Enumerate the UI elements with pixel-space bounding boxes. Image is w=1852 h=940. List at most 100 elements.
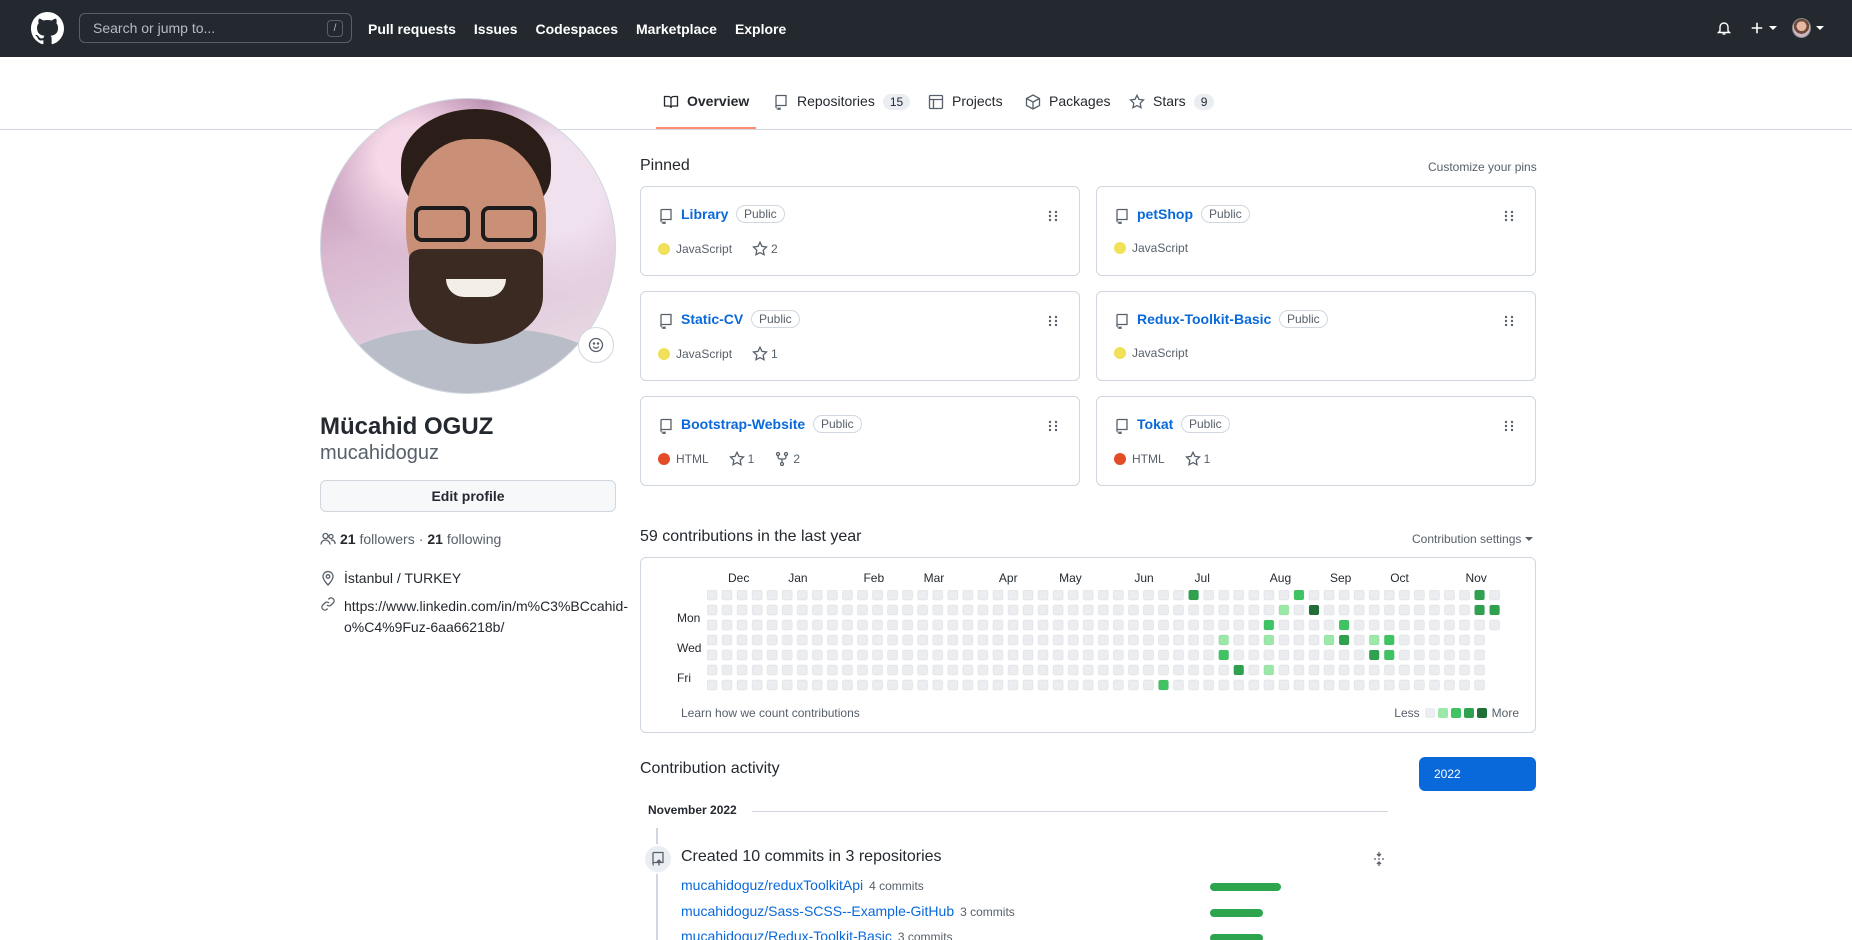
contribution-day[interactable] [962, 634, 974, 646]
contribution-day[interactable] [857, 679, 868, 691]
contribution-day[interactable] [1158, 679, 1169, 691]
contribution-day[interactable] [841, 664, 853, 676]
stars-link[interactable]: 1 [1184, 451, 1210, 467]
contribution-day[interactable] [781, 590, 793, 601]
contribution-day[interactable] [977, 604, 989, 616]
contribution-day[interactable] [932, 664, 944, 676]
contribution-day[interactable] [1413, 619, 1425, 631]
contribution-day[interactable] [1428, 604, 1440, 616]
contribution-day[interactable] [751, 664, 763, 676]
contribution-day[interactable] [751, 604, 763, 616]
contribution-day[interactable] [1142, 604, 1154, 616]
contribution-day[interactable] [826, 664, 838, 676]
contribution-day[interactable] [902, 679, 914, 691]
contribution-day[interactable] [1218, 664, 1230, 676]
contribution-day[interactable] [1037, 679, 1049, 691]
contribution-day[interactable] [1203, 679, 1215, 691]
contribution-day[interactable] [1218, 649, 1230, 661]
contribution-day[interactable] [977, 649, 989, 661]
contribution-day[interactable] [1127, 619, 1139, 631]
contribution-day[interactable] [751, 634, 763, 646]
contribution-day[interactable] [1428, 619, 1440, 631]
contribution-day[interactable] [992, 664, 1004, 676]
contribution-day[interactable] [1142, 664, 1154, 676]
contribution-day[interactable] [1248, 649, 1260, 661]
contribution-day[interactable] [917, 634, 929, 646]
repo-name-link[interactable]: Redux-Toolkit-Basic [1137, 311, 1271, 327]
contribution-day[interactable] [857, 604, 868, 616]
edit-profile-button[interactable]: Edit profile [320, 480, 616, 512]
contribution-day[interactable] [1338, 664, 1350, 676]
contribution-day[interactable] [917, 679, 929, 691]
contribution-day[interactable] [1368, 590, 1380, 601]
contribution-day[interactable] [1007, 619, 1019, 631]
contribution-day[interactable] [1428, 649, 1440, 661]
contribution-day[interactable] [1007, 604, 1019, 616]
contribution-day[interactable] [1158, 634, 1169, 646]
contribution-day[interactable] [917, 664, 929, 676]
contribution-day[interactable] [1022, 590, 1034, 601]
contribution-day[interactable] [1353, 604, 1365, 616]
contribution-day[interactable] [796, 634, 808, 646]
contribution-day[interactable] [1353, 590, 1365, 601]
contribution-day[interactable] [1112, 619, 1124, 631]
nav-codespaces[interactable]: Codespaces [536, 21, 618, 37]
contribution-day[interactable] [962, 649, 974, 661]
contribution-day[interactable] [1263, 664, 1275, 676]
contribution-day[interactable] [962, 604, 974, 616]
contribution-day[interactable] [841, 649, 853, 661]
contribution-day[interactable] [1308, 590, 1320, 601]
contribution-day[interactable] [1142, 649, 1154, 661]
contribution-day[interactable] [707, 619, 718, 631]
contribution-day[interactable] [857, 590, 868, 601]
contribution-day[interactable] [781, 634, 793, 646]
contribution-day[interactable] [1173, 634, 1185, 646]
contribution-day[interactable] [1218, 604, 1230, 616]
contribution-day[interactable] [1413, 664, 1425, 676]
contribution-day[interactable] [887, 664, 899, 676]
contribution-day[interactable] [1022, 604, 1034, 616]
github-logo-icon[interactable] [31, 12, 64, 45]
contribution-day[interactable] [811, 634, 823, 646]
contribution-day[interactable] [1203, 649, 1215, 661]
contribution-day[interactable] [1173, 604, 1185, 616]
contribution-day[interactable] [932, 619, 944, 631]
contribution-day[interactable] [1142, 634, 1154, 646]
contribution-day[interactable] [841, 590, 853, 601]
contribution-day[interactable] [1233, 679, 1245, 691]
contribution-day[interactable] [1323, 634, 1335, 646]
contribution-day[interactable] [1052, 604, 1064, 616]
contribution-day[interactable] [1173, 590, 1185, 601]
contribution-day[interactable] [1323, 604, 1335, 616]
contribution-day[interactable] [1233, 649, 1245, 661]
contribution-day[interactable] [796, 590, 808, 601]
contribution-day[interactable] [1022, 679, 1034, 691]
contribution-day[interactable] [1368, 634, 1380, 646]
contribution-day[interactable] [811, 590, 823, 601]
contribution-day[interactable] [1474, 634, 1486, 646]
contribution-day[interactable] [1443, 679, 1455, 691]
contribution-day[interactable] [1112, 679, 1124, 691]
contribution-day[interactable] [1489, 604, 1501, 616]
contribution-day[interactable] [736, 679, 748, 691]
drag-handle-icon[interactable] [1047, 209, 1059, 226]
contribution-day[interactable] [1082, 619, 1094, 631]
contribution-day[interactable] [1474, 590, 1486, 601]
contribution-day[interactable] [872, 590, 884, 601]
contribution-day[interactable] [1293, 604, 1305, 616]
contribution-day[interactable] [977, 619, 989, 631]
contribution-day[interactable] [751, 679, 763, 691]
contribution-day[interactable] [1278, 649, 1290, 661]
contribution-day[interactable] [707, 590, 718, 601]
customize-pins-link[interactable]: Customize your pins [1428, 160, 1537, 174]
contribution-day[interactable] [872, 634, 884, 646]
contribution-day[interactable] [1368, 604, 1380, 616]
contribution-day[interactable] [1323, 649, 1335, 661]
contribution-day[interactable] [992, 604, 1004, 616]
contribution-day[interactable] [1459, 619, 1470, 631]
tab-overview[interactable]: Overview [656, 93, 757, 129]
contribution-day[interactable] [707, 679, 718, 691]
nav-issues[interactable]: Issues [474, 21, 518, 37]
user-menu[interactable] [1792, 18, 1824, 38]
contribution-day[interactable] [1338, 604, 1350, 616]
